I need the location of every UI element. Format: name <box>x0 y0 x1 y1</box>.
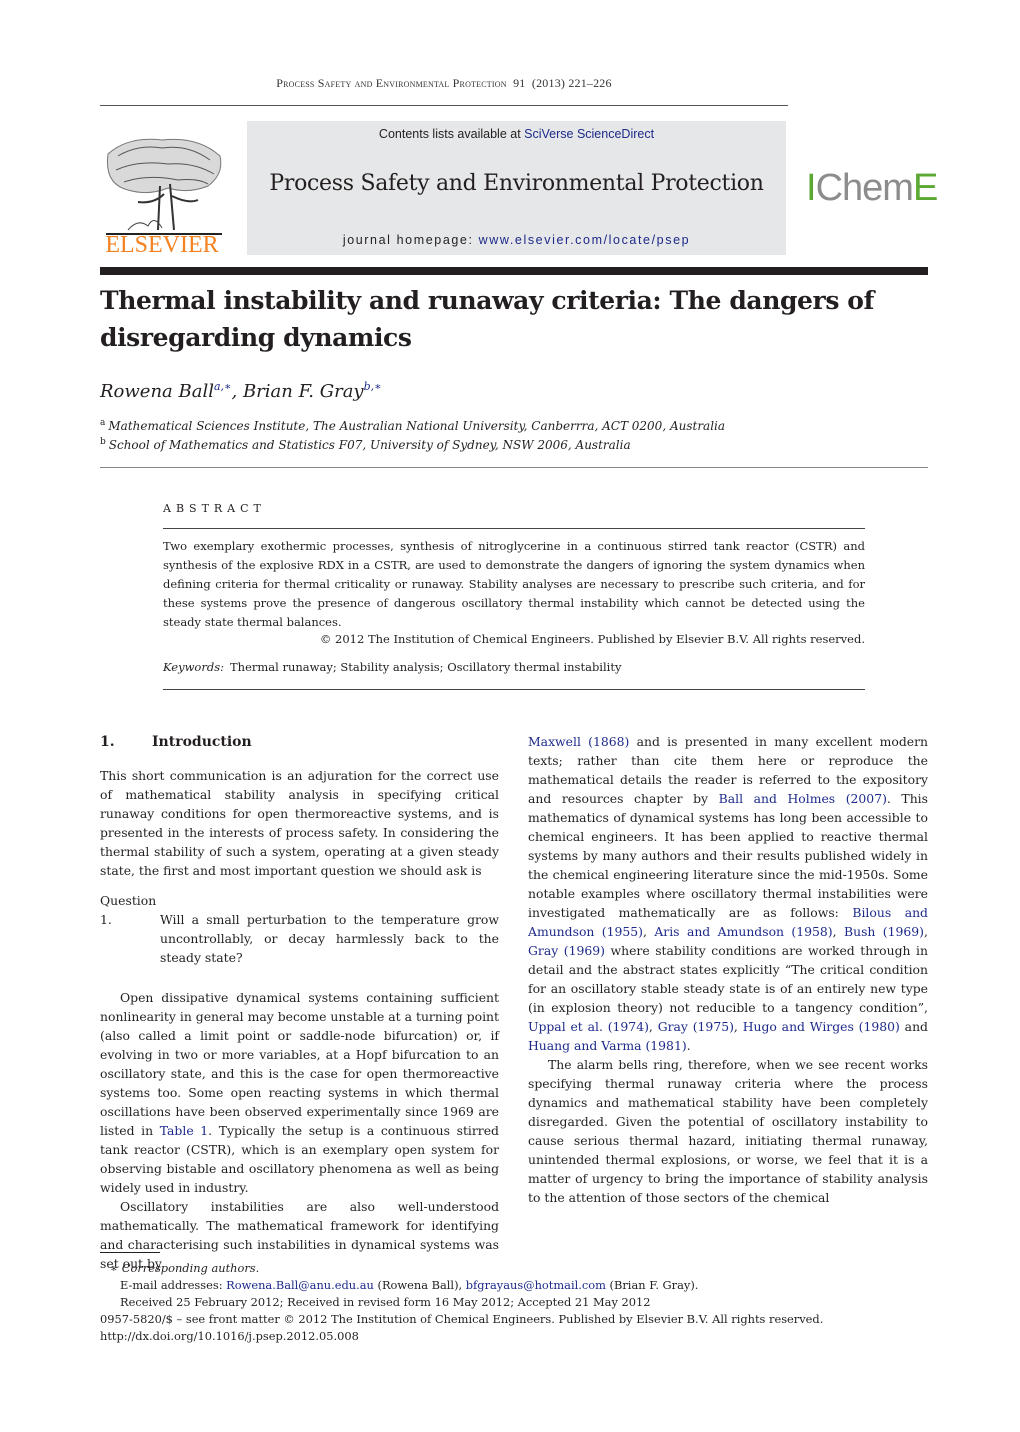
question-text: Will a small perturbation to the tempera… <box>160 912 499 965</box>
abstract-copyright: © 2012 The Institution of Chemical Engin… <box>319 632 865 646</box>
paragraph: The alarm bells ring, therefore, when we… <box>528 1057 928 1205</box>
citation-link[interactable]: Uppal et al. (1974) <box>528 1019 649 1034</box>
footnote-emails: E-mail addresses: Rowena.Ball@anu.edu.au… <box>120 1278 699 1292</box>
email-link[interactable]: bfgrayaus@hotmail.com <box>466 1278 606 1292</box>
citation-link[interactable]: Maxwell (1868) <box>528 734 629 749</box>
doi-link[interactable]: http://dx.doi.org/10.1016/j.psep.2012.05… <box>100 1329 359 1343</box>
running-header-volume: 91 <box>513 76 526 90</box>
running-header-year: (2013) <box>531 76 566 90</box>
icheme-logo: IChemE <box>806 167 938 209</box>
running-header: Process Safety and Environmental Protect… <box>100 76 788 91</box>
author-affiliation-mark[interactable]: b,∗ <box>364 380 382 393</box>
contents-availability-line: Contents lists available at SciVerse Sci… <box>247 127 786 141</box>
citation-link[interactable]: Bush (1969) <box>844 924 924 939</box>
masthead-thick-rule <box>100 267 928 275</box>
author-name: Rowena Ball <box>100 381 214 402</box>
author-affiliation-mark[interactable]: a,∗ <box>214 380 232 393</box>
body-column-right: Maxwell (1868) and is presented in many … <box>528 732 928 1207</box>
citation-link[interactable]: Ball and Holmes (2007) <box>719 791 887 806</box>
author-name: Brian F. Gray <box>242 381 364 402</box>
citation-link[interactable]: Hugo and Wirges (1980) <box>743 1019 900 1034</box>
divider <box>163 689 865 690</box>
paragraph: This short communication is an adjuratio… <box>100 768 499 878</box>
footnote-issn: 0957-5820/$ – see front matter © 2012 Th… <box>100 1312 824 1326</box>
keywords: Keywords: Thermal runaway; Stability anal… <box>163 660 621 674</box>
citation-link[interactable]: Aris and Amundson (1958) <box>654 924 832 939</box>
journal-name: Process Safety and Environmental Protect… <box>269 171 764 196</box>
sciencedirect-link[interactable]: SciVerse ScienceDirect <box>524 127 654 141</box>
elsevier-wordmark: ELSEVIER <box>105 232 219 258</box>
footnote-corresponding: ∗ Corresponding authors. <box>110 1261 260 1275</box>
homepage-prefix: journal homepage: <box>342 233 479 247</box>
question-label: Question 1. <box>100 893 157 927</box>
running-header-pages: 221–226 <box>568 76 612 90</box>
question-block: Question 1. Will a small perturbation to … <box>100 891 499 967</box>
affiliation: b School of Mathematics and Statistics F0… <box>100 437 631 452</box>
affiliation: a Mathematical Sciences Institute, The Au… <box>100 418 726 433</box>
running-header-journal: Process Safety and Environmental Protect… <box>276 76 507 90</box>
contents-prefix: Contents lists available at <box>378 127 525 141</box>
footnote-received-dates: Received 25 February 2012; Received in r… <box>120 1295 651 1309</box>
table-reference-link[interactable]: Table 1 <box>160 1123 208 1138</box>
body-column-left: 1. Introduction This short communication … <box>100 732 499 1273</box>
email-link[interactable]: Rowena.Ball@anu.edu.au <box>226 1278 374 1292</box>
abstract-heading: ABSTRACT <box>163 502 266 515</box>
footnote-rule <box>100 1252 160 1253</box>
paragraph-continued: Maxwell (1868) and is presented in many … <box>528 734 928 1053</box>
author-list: Rowena Balla,∗, Brian F. Grayb,∗ <box>100 380 382 402</box>
keywords-list: Thermal runaway; Stability analysis; Osc… <box>230 660 622 674</box>
journal-homepage-link[interactable]: www.elsevier.com/locate/psep <box>479 233 691 247</box>
keywords-label: Keywords: <box>163 660 224 674</box>
citation-link[interactable]: Huang and Varma (1981) <box>528 1038 687 1053</box>
citation-link[interactable]: Gray (1975) <box>658 1019 734 1034</box>
journal-homepage-line: journal homepage: www.elsevier.com/locat… <box>247 233 786 247</box>
article-title: Thermal instability and runaway criteria… <box>100 286 874 352</box>
citation-link[interactable]: Gray (1969) <box>528 943 605 958</box>
divider <box>100 467 928 468</box>
header-rule <box>100 105 788 106</box>
divider <box>163 528 865 529</box>
abstract-text: Two exemplary exothermic processes, synt… <box>163 539 865 629</box>
section-heading: 1. Introduction <box>100 734 252 750</box>
paragraph: Open dissipative dynamical systems conta… <box>100 990 499 1195</box>
